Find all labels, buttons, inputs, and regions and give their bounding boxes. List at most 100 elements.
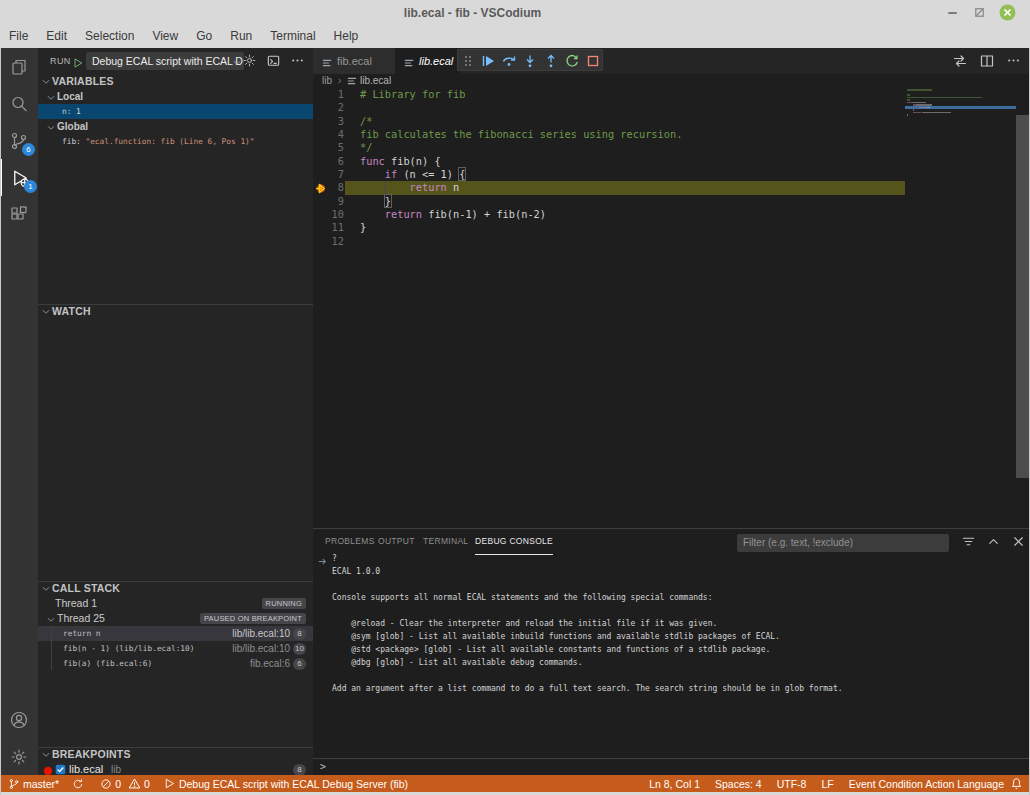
variable-scope[interactable]: Global <box>38 119 313 134</box>
menu-go[interactable]: Go <box>187 25 221 47</box>
encoding[interactable]: UTF-8 <box>777 775 807 792</box>
step-into-button[interactable] <box>521 52 539 70</box>
console-line: Add an argument after a list command to … <box>332 682 843 695</box>
activity-run-and-debug[interactable]: 1 <box>0 159 40 196</box>
activity-account[interactable] <box>0 701 38 738</box>
console-prompt: > <box>320 761 326 772</box>
eol[interactable]: LF <box>821 775 833 792</box>
minimap[interactable] <box>905 88 1016 528</box>
console-line: Console supports all normal ECAL stateme… <box>332 591 713 604</box>
stop-button[interactable] <box>584 52 602 70</box>
variables-section-label: VARIABLES <box>52 74 114 89</box>
line-number: 2 <box>313 101 344 114</box>
console-filter-input[interactable]: Filter (e.g. text, !exclude) <box>737 534 949 552</box>
breadcrumb-file[interactable]: lib.ecal <box>360 74 391 88</box>
split-editor-icon <box>979 53 995 69</box>
more-button[interactable] <box>1006 53 1022 69</box>
activity-settings[interactable] <box>0 738 38 775</box>
menu-edit[interactable]: Edit <box>37 25 76 47</box>
watch-section[interactable]: WATCH <box>38 304 313 319</box>
close-button[interactable] <box>999 4 1016 21</box>
indentation[interactable]: Spaces: 4 <box>715 775 762 792</box>
chevron-down-icon <box>41 77 51 89</box>
line-number: 6 <box>313 155 344 168</box>
menu-file[interactable]: File <box>0 25 37 47</box>
warnings-status-label: 0 <box>144 778 150 790</box>
warning-icon <box>128 777 141 790</box>
git-branch-sm-icon <box>8 778 20 790</box>
gear-button[interactable] <box>242 53 257 72</box>
warnings-status[interactable]: 0 <box>128 775 150 792</box>
menu-view[interactable]: View <box>143 25 187 47</box>
callstack-frame[interactable]: fib(n - 1) (lib/lib.ecal:10)lib/lib.ecal… <box>38 641 313 656</box>
variable-scope[interactable]: Local <box>38 89 313 104</box>
token-bracket-match: } <box>385 195 391 207</box>
chevron-up-button[interactable] <box>986 534 1002 550</box>
callstack-thread[interactable]: Thread 25PAUSED ON BREAKPOINT <box>38 611 313 626</box>
launch-config-select[interactable]: Debug ECAL script with ECAL D <box>86 52 244 70</box>
variables-section[interactable]: VARIABLES <box>38 74 313 89</box>
continue-button[interactable] <box>479 52 497 70</box>
activity-explorer[interactable] <box>0 48 38 85</box>
activity-extensions[interactable] <box>0 196 38 233</box>
tab-lib.ecal[interactable]: lib.ecal <box>395 48 461 74</box>
activity-source-control[interactable]: 6 <box>0 122 38 159</box>
callstack-frame[interactable]: return nlib/lib.ecal:108 <box>38 626 313 641</box>
errors-status-label: 0 <box>115 778 121 790</box>
tab-fib.ecal[interactable]: fib.ecal <box>313 48 395 74</box>
file-icon <box>403 55 415 73</box>
branch-status[interactable]: master* <box>8 775 59 792</box>
breadcrumb-folder[interactable]: lib <box>322 74 332 88</box>
errors-status[interactable]: 0 <box>100 775 121 792</box>
callstack-thread[interactable]: Thread 1RUNNING <box>38 596 313 611</box>
panel-tab-debug-console[interactable]: DEBUG CONSOLE <box>475 529 553 555</box>
variable-row[interactable]: fib: "ecal.function: fib (Line 6, Pos 1)… <box>38 134 313 149</box>
gear-small-icon <box>242 53 257 68</box>
callstack-frame[interactable]: fib(a) (fib.ecal:6)fib.ecal:66 <box>38 656 313 671</box>
step-over-button[interactable] <box>500 52 518 70</box>
minimap-line <box>907 114 908 116</box>
menu-selection[interactable]: Selection <box>76 25 143 47</box>
restore-button[interactable] <box>971 4 988 21</box>
console-input[interactable]: > <box>313 758 1030 776</box>
line-number: 5 <box>313 141 344 154</box>
step-out-button[interactable] <box>542 52 560 70</box>
token-plain <box>360 208 385 220</box>
close-button[interactable] <box>1011 534 1027 550</box>
bell-icon <box>1010 777 1023 790</box>
token-plain <box>360 195 385 207</box>
menu-help[interactable]: Help <box>325 25 368 47</box>
minimize-button[interactable] <box>944 4 961 21</box>
cursor-position[interactable]: Ln 8, Col 1 <box>649 775 700 792</box>
scrollbar-slider <box>1016 115 1029 478</box>
filter-results-button[interactable] <box>961 534 977 550</box>
activity-search[interactable] <box>0 85 38 122</box>
open-changes-button[interactable] <box>952 53 968 69</box>
menu-run[interactable]: Run <box>221 25 261 47</box>
panel-tab-terminal[interactable]: TERMINAL <box>423 529 468 554</box>
panel-tab-output[interactable]: OUTPUT <box>378 529 415 554</box>
sync-status[interactable] <box>72 775 87 792</box>
restart-button[interactable] <box>563 52 581 70</box>
code-line: func fib(n) { <box>360 155 441 168</box>
open-console-button[interactable] <box>266 53 281 72</box>
code-line: /* <box>360 115 372 128</box>
language-mode[interactable]: Event Condition Action Language <box>849 775 1004 792</box>
editor-scrollbar[interactable] <box>1016 88 1029 528</box>
token-bracket-match: { <box>459 168 465 180</box>
variable-name: fib: <box>62 137 81 146</box>
more-button[interactable] <box>290 53 305 72</box>
callstack-section[interactable]: CALL STACK <box>38 581 313 596</box>
panel-tab-problems[interactable]: PROBLEMS <box>325 529 375 554</box>
debug-status[interactable]: Debug ECAL script with ECAL Debug Server… <box>163 775 408 792</box>
notifications-button[interactable] <box>1010 777 1023 792</box>
menu-terminal[interactable]: Terminal <box>261 25 324 47</box>
split-editor-button[interactable] <box>979 53 995 69</box>
breakpoints-section[interactable]: BREAKPOINTS <box>38 747 313 762</box>
token-keyword: if <box>385 168 397 180</box>
console-line: ? <box>332 552 337 565</box>
editor-area: fib.ecallib.ecallib›lib.ecal1# Library f… <box>313 48 1030 775</box>
start-debug-button[interactable] <box>72 55 84 73</box>
variable-row[interactable]: n: 1 <box>38 104 313 119</box>
chevron-down-sm <box>41 750 51 760</box>
